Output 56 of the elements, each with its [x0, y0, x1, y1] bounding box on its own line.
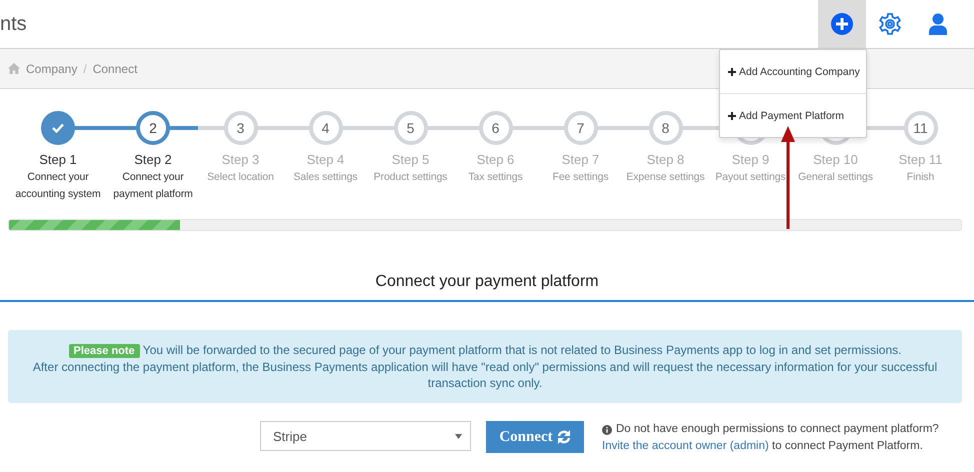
refresh-icon — [556, 430, 571, 444]
step-description: Product settings — [374, 170, 448, 185]
step-number: 4 — [322, 120, 330, 136]
settings-icon — [878, 12, 902, 36]
step-description: General settings — [798, 170, 873, 185]
connect-button[interactable]: Connect — [486, 421, 584, 453]
step-number: 11 — [913, 120, 928, 136]
step-title: Step 9 — [732, 152, 770, 167]
invite-link[interactable]: Invite the account owner (admin) — [602, 440, 769, 452]
menu-item[interactable]: Add Payment Platform — [720, 94, 866, 137]
platform-select[interactable]: Stripe — [260, 421, 471, 451]
add-icon — [830, 12, 854, 36]
note-badge: Please note — [68, 344, 140, 358]
user-icon — [928, 13, 948, 35]
breadcrumb-separator: / — [83, 62, 87, 76]
step-description: Finish — [906, 170, 934, 185]
step-title: Step 4 — [306, 152, 344, 167]
step-description: Sales settings — [294, 170, 358, 185]
info-icon — [602, 424, 612, 434]
plus-icon — [728, 112, 736, 120]
step-title: Step 6 — [476, 152, 514, 167]
add-button[interactable] — [818, 0, 866, 48]
step-number: 7 — [576, 120, 584, 136]
page-title: nts — [0, 12, 28, 36]
step-number: 3 — [236, 120, 244, 136]
caret-icon — [455, 434, 462, 438]
step-number: 2 — [149, 120, 157, 136]
step-title: Step 5 — [392, 152, 430, 167]
step-description: Connect your payment platform — [112, 170, 194, 202]
step-description: Payout settings — [715, 170, 786, 185]
step-description: Fee settings — [552, 170, 608, 185]
breadcrumb-link[interactable]: Company — [26, 62, 78, 76]
step-description: Expense settings — [626, 170, 705, 185]
step-title: Step 11 — [898, 152, 942, 167]
plus-icon — [728, 68, 736, 76]
step-title: Step 2 — [134, 152, 172, 167]
step-title: Step 3 — [222, 152, 260, 167]
step-title: Step 1 — [39, 152, 77, 167]
step-description: Select location — [207, 170, 274, 185]
step-number: 5 — [406, 120, 414, 136]
check-icon — [52, 123, 64, 133]
step-description: Connect your accounting system — [14, 170, 102, 202]
alert-text: After connecting the payment platform, the Business Payments application will have "read only" permissions and will request the necessary information for your successful transaction sync only. — [32, 360, 938, 390]
step-title: Step 10 — [813, 152, 858, 167]
help-text: Do not have enough permissions to connect payment platform? — [616, 422, 939, 437]
section-title: Connect your payment platform — [0, 273, 974, 302]
step-number: 6 — [492, 120, 500, 136]
help-text: to connect Payment Platform. — [772, 440, 923, 452]
step-description: Tax settings — [468, 170, 523, 185]
step-title: Step 8 — [646, 152, 684, 167]
alert-text: You will be forwarded to the secured page of your payment platform that is not related to Business Payments app to log in and set permissions. — [142, 343, 902, 357]
home-icon — [8, 63, 20, 74]
step-number: 8 — [662, 120, 670, 136]
menu-item[interactable]: Add Accounting Company — [720, 50, 866, 93]
breadcrumb-link[interactable]: Connect — [92, 62, 138, 76]
step-title: Step 7 — [562, 152, 600, 167]
